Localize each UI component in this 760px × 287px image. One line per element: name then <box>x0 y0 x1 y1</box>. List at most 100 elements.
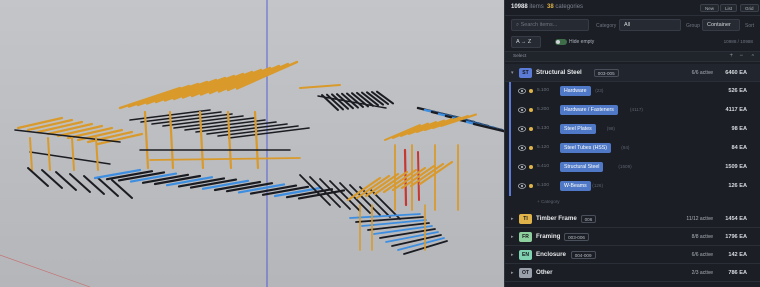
group-badge: EN <box>519 250 532 260</box>
category-tag[interactable]: Steel Tubes (HSS) <box>560 143 611 153</box>
category-code: 5.130 <box>537 126 550 131</box>
status-dot <box>529 89 533 93</box>
model-member <box>29 137 33 171</box>
group-range: 003-005 <box>593 69 619 77</box>
expand-all-icon[interactable]: + <box>729 53 733 59</box>
status-dot <box>529 184 533 188</box>
search-input[interactable]: ⌕ Search items... <box>511 19 589 31</box>
group-range: 004-009 <box>570 251 596 259</box>
category-count: (23) <box>595 88 604 93</box>
eye-icon[interactable] <box>518 145 526 151</box>
caret-right-icon[interactable]: ▸ <box>511 234 514 240</box>
item-count: 10988 items <box>511 4 544 10</box>
category-row[interactable]: 5.100 W-Beams (126) 126 EA <box>505 177 760 196</box>
model-member <box>27 167 49 187</box>
eye-icon[interactable] <box>518 164 526 170</box>
new-button[interactable]: New <box>700 4 720 12</box>
category-code: 5.100 <box>537 183 550 188</box>
caret-right-icon[interactable]: ▸ <box>511 216 514 222</box>
category-quantity: 526 EA <box>728 88 747 94</box>
category-quantity: 1509 EA <box>725 164 747 170</box>
model-canvas[interactable] <box>0 0 504 287</box>
group-quantity: 1796 EA <box>725 234 747 240</box>
category-row[interactable]: 5.120 Steel Tubes (HSS) (84) 84 EA <box>505 139 760 158</box>
category-row[interactable]: 5.100 Hardware (23) 526 EA <box>505 82 760 101</box>
group-active-count: 8/8 active <box>691 234 713 240</box>
category-count: (84) <box>621 145 630 150</box>
list-button[interactable]: List <box>720 4 738 12</box>
scroll-up-icon[interactable]: ^ <box>752 54 754 60</box>
eye-icon[interactable] <box>518 126 526 132</box>
group-range: 006 <box>580 215 597 223</box>
group-name: Other <box>536 269 553 276</box>
category-code: 5.100 <box>537 88 550 93</box>
eye-icon[interactable] <box>518 88 526 94</box>
category-row[interactable]: 5.130 Steel Plates (98) 98 EA <box>505 120 760 139</box>
hide-empty-label: Hide empty <box>569 39 595 45</box>
caret-right-icon[interactable]: ▸ <box>511 270 514 276</box>
sort-select[interactable]: A → Z <box>511 36 541 48</box>
group-badge: FR <box>519 232 532 242</box>
group-quantity: 1454 EA <box>725 216 747 222</box>
hide-empty-toggle[interactable] <box>555 39 567 45</box>
model-member <box>47 137 51 171</box>
model-member <box>95 137 99 171</box>
category-count: (4117) <box>630 107 643 112</box>
count-display: 10988 / 10988 <box>723 39 753 44</box>
toggle-knob <box>556 40 560 44</box>
group-row[interactable]: ▸ TI Timber Frame 006 11/12 active 1454 EA <box>505 210 760 228</box>
category-code: 5.200 <box>537 107 550 112</box>
red-axis <box>0 254 91 287</box>
category-count: (1509) <box>618 164 632 169</box>
caret-down-icon[interactable]: ▾ <box>511 70 514 76</box>
inventory-panel: 10988 items 38 categories New List Grid … <box>504 0 760 287</box>
category-select[interactable]: All <box>619 19 681 31</box>
group-row[interactable]: ▸ FR Framing 003-006 8/8 active 1796 EA <box>505 228 760 246</box>
group-active-count: 2/3 active <box>691 270 713 276</box>
category-quantity: 126 EA <box>728 183 747 189</box>
group-row[interactable]: ▸ EN Enclosure 004-009 6/6 active 142 EA <box>505 246 760 264</box>
group-label: Group <box>686 23 700 29</box>
category-tag[interactable]: Structural Steel <box>560 162 604 172</box>
panel-header: 10988 items 38 categories New List Grid <box>505 0 760 16</box>
group-select[interactable]: Container <box>702 19 740 31</box>
model-member <box>111 179 133 199</box>
model-member <box>55 171 77 191</box>
model-member <box>83 175 105 195</box>
group-row[interactable]: ▾ ST Structural Steel 003-005 6/6 active 6460… <box>505 64 760 82</box>
building-model <box>14 60 504 255</box>
model-member <box>41 169 63 189</box>
add-category-link[interactable]: + Category <box>505 196 760 208</box>
category-label: Category <box>596 23 617 29</box>
status-dot <box>529 165 533 169</box>
category-row[interactable]: 5.200 Hardware / Fasteners (4117) 4117 EA <box>505 101 760 120</box>
grid-button[interactable]: Grid <box>740 4 759 12</box>
group-badge: ST <box>519 68 532 78</box>
eye-icon[interactable] <box>518 107 526 113</box>
collapse-all-icon[interactable]: − <box>739 53 743 59</box>
category-count: (98) <box>606 126 615 131</box>
3d-viewport[interactable] <box>0 0 504 287</box>
category-code: 5.410 <box>537 164 550 169</box>
select-all[interactable]: Select <box>513 54 526 59</box>
select-bar: Select + − ^ <box>505 51 760 62</box>
sort-row: A → Z Hide empty 10988 / 10988 <box>505 35 760 49</box>
category-tag[interactable]: Steel Plates <box>560 124 596 134</box>
category-quantity: 4117 EA <box>725 107 747 113</box>
group-active-count: 11/12 active <box>686 216 713 222</box>
category-tag[interactable]: Hardware / Fasteners <box>560 105 618 115</box>
model-member <box>299 84 341 89</box>
group-quantity: 142 EA <box>728 252 747 258</box>
group-name: Structural Steel <box>536 69 582 76</box>
caret-right-icon[interactable]: ▸ <box>511 252 514 258</box>
group-badge: OT <box>519 268 532 278</box>
group-quantity: 6460 EA <box>725 70 747 76</box>
category-row[interactable]: 5.410 Structural Steel (1509) 1509 EA <box>505 158 760 177</box>
group-row[interactable]: ▸ OT Other 2/3 active 786 EA <box>505 264 760 282</box>
category-tag[interactable]: Hardware <box>560 86 591 96</box>
category-code: 5.120 <box>537 145 550 150</box>
group-active-count: 6/6 active <box>691 70 713 76</box>
filter-row: ⌕ Search items... Category All Group Con… <box>505 18 760 32</box>
category-tag[interactable]: W-Beams <box>560 181 591 191</box>
eye-icon[interactable] <box>518 183 526 189</box>
